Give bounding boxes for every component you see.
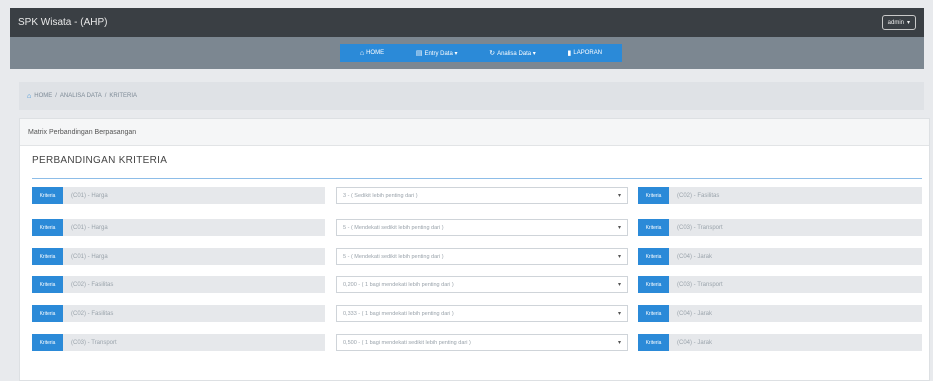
left-criterion-value: (C01) - Harga xyxy=(63,248,325,265)
nav-analisa-data[interactable]: ↻ Analisa Data ▾ xyxy=(489,49,536,57)
database-icon: ▤ xyxy=(415,50,423,57)
comparison-select-value: 0,200 - ( 1 bagi mendekati lebih penting… xyxy=(343,281,454,288)
comparison-select[interactable]: 3 - ( Sedikit lebih penting dari ) ▾ xyxy=(336,187,628,204)
left-criterion: Kriteria (C01) - Harga xyxy=(32,187,325,204)
comparison-select-value: 3 - ( Sedikit lebih penting dari ) xyxy=(343,192,418,199)
comparison-select-value: 0,333 - ( 1 bagi mendekati lebih penting… xyxy=(343,310,454,317)
comparison-select[interactable]: 5 - ( Mendekati sedikit lebih penting da… xyxy=(336,248,628,265)
criteria-tag: Kriteria xyxy=(638,305,669,322)
comparison-select-value: 5 - ( Mendekati sedikit lebih penting da… xyxy=(343,253,444,260)
comparison-select-value: 5 - ( Mendekati sedikit lebih penting da… xyxy=(343,224,444,231)
nav-home[interactable]: ⌂ HOME xyxy=(360,50,384,57)
comparison-select[interactable]: 5 - ( Mendekati sedikit lebih penting da… xyxy=(336,219,628,236)
criteria-tag: Kriteria xyxy=(32,334,63,351)
comparison-select[interactable]: 0,333 - ( 1 bagi mendekati lebih penting… xyxy=(336,305,628,322)
chevron-down-icon: ▾ xyxy=(617,311,621,317)
breadcrumb-kriteria: KRITERIA xyxy=(109,93,138,99)
right-criterion: Kriteria (C03) - Transport xyxy=(638,219,922,236)
criteria-tag: Kriteria xyxy=(638,248,669,265)
right-criterion-value: (C03) - Transport xyxy=(669,276,922,293)
main-navbar: ⌂ HOME ▤ Entry Data ▾ ↻ Analisa Data ▾ ▮… xyxy=(10,37,924,69)
section-divider xyxy=(32,178,922,179)
home-icon: ⌂ xyxy=(27,92,32,100)
nav-home-label: HOME xyxy=(366,50,385,56)
criteria-tag: Kriteria xyxy=(32,305,63,322)
nav-entry-data[interactable]: ▤ Entry Data ▾ xyxy=(416,49,458,57)
home-icon: ⌂ xyxy=(359,49,365,57)
criteria-tag: Kriteria xyxy=(638,219,669,236)
comparison-row: Kriteria (C01) - Harga 5 - ( Mendekati s… xyxy=(32,248,922,265)
breadcrumb-home[interactable]: HOME xyxy=(34,93,52,99)
criteria-tag: Kriteria xyxy=(638,187,669,204)
document-icon: ▮ xyxy=(567,50,572,57)
criteria-tag: Kriteria xyxy=(32,248,63,265)
chevron-down-icon: ▾ xyxy=(617,225,621,231)
left-criterion: Kriteria (C01) - Harga xyxy=(32,219,325,236)
section-title: PERBANDINGAN KRITERIA xyxy=(32,155,168,166)
left-criterion-value: (C01) - Harga xyxy=(63,187,325,204)
breadcrumb-separator: / xyxy=(104,93,107,99)
admin-label: admin xyxy=(887,19,904,26)
comparison-row: Kriteria (C02) - Fasilitas 0,333 - ( 1 b… xyxy=(32,305,922,322)
comparison-select[interactable]: 0,200 - ( 1 bagi mendekati lebih penting… xyxy=(336,276,628,293)
left-criterion-value: (C02) - Fasilitas xyxy=(63,305,325,322)
nav-laporan-label: LAPORAN xyxy=(573,50,603,56)
left-criterion: Kriteria (C02) - Fasilitas xyxy=(32,276,325,293)
left-criterion: Kriteria (C02) - Fasilitas xyxy=(32,305,325,322)
comparison-row: Kriteria (C02) - Fasilitas 0,200 - ( 1 b… xyxy=(32,276,922,293)
breadcrumb: ⌂ HOME / ANALISA DATA / KRITERIA xyxy=(19,82,924,110)
right-criterion: Kriteria (C02) - Fasilitas xyxy=(638,187,922,204)
left-criterion-value: (C03) - Transport xyxy=(63,334,325,351)
nav-entry-data-label: Entry Data ▾ xyxy=(424,50,458,57)
right-criterion-value: (C03) - Transport xyxy=(669,219,922,236)
criteria-tag: Kriteria xyxy=(32,187,63,204)
right-criterion-value: (C04) - Jarak xyxy=(669,248,922,265)
left-criterion: Kriteria (C01) - Harga xyxy=(32,248,325,265)
refresh-icon: ↻ xyxy=(489,50,496,57)
nav-menu: ⌂ HOME ▤ Entry Data ▾ ↻ Analisa Data ▾ ▮… xyxy=(340,44,622,62)
top-bar: SPK Wisata - (AHP) admin ▾ xyxy=(10,8,924,37)
right-criterion: Kriteria (C03) - Transport xyxy=(638,276,922,293)
comparison-panel: Matrix Perbandingan Berpasangan PERBANDI… xyxy=(19,118,930,381)
breadcrumb-analisa-data[interactable]: ANALISA DATA xyxy=(60,93,102,99)
chevron-down-icon: ▾ xyxy=(617,193,621,199)
left-criterion: Kriteria (C03) - Transport xyxy=(32,334,325,351)
breadcrumb-separator: / xyxy=(55,93,57,99)
comparison-row: Kriteria (C01) - Harga 3 - ( Sedikit leb… xyxy=(32,187,922,204)
right-criterion-value: (C04) - Jarak xyxy=(669,305,922,322)
comparison-select-value: 0,500 - ( 1 bagi mendekati sedikit lebih… xyxy=(343,339,471,346)
comparison-select[interactable]: 0,500 - ( 1 bagi mendekati sedikit lebih… xyxy=(336,334,628,351)
chevron-down-icon: ▾ xyxy=(906,20,910,26)
left-criterion-value: (C01) - Harga xyxy=(63,219,325,236)
right-criterion: Kriteria (C04) - Jarak xyxy=(638,248,922,265)
nav-analisa-data-label: Analisa Data ▾ xyxy=(497,50,536,57)
right-criterion: Kriteria (C04) - Jarak xyxy=(638,305,922,322)
criteria-tag: Kriteria xyxy=(638,334,669,351)
right-criterion: Kriteria (C04) - Jarak xyxy=(638,334,922,351)
nav-laporan[interactable]: ▮ LAPORAN xyxy=(568,49,603,57)
chevron-down-icon: ▾ xyxy=(617,282,621,288)
right-criterion-value: (C02) - Fasilitas xyxy=(669,187,922,204)
admin-menu-button[interactable]: admin ▾ xyxy=(881,15,916,30)
criteria-tag: Kriteria xyxy=(32,276,63,293)
left-criterion-value: (C02) - Fasilitas xyxy=(63,276,325,293)
chevron-down-icon: ▾ xyxy=(617,254,621,260)
panel-heading: Matrix Perbandingan Berpasangan xyxy=(20,119,929,146)
comparison-row: Kriteria (C01) - Harga 5 - ( Mendekati s… xyxy=(32,219,922,236)
comparison-row: Kriteria (C03) - Transport 0,500 - ( 1 b… xyxy=(32,334,922,351)
criteria-tag: Kriteria xyxy=(32,219,63,236)
criteria-tag: Kriteria xyxy=(638,276,669,293)
app-title: SPK Wisata - (AHP) xyxy=(18,17,108,28)
chevron-down-icon: ▾ xyxy=(617,340,621,346)
right-criterion-value: (C04) - Jarak xyxy=(669,334,922,351)
